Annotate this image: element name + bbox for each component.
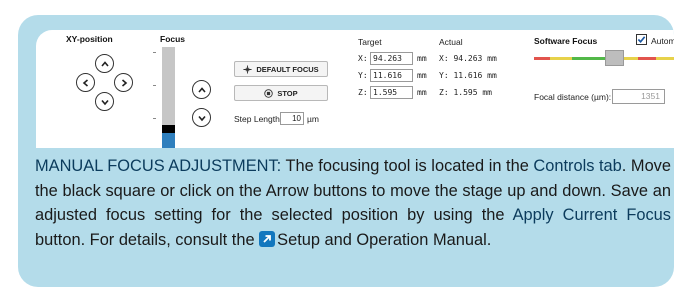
target-y-unit: mm [417, 71, 427, 80]
target-y-label: Y: [358, 71, 368, 80]
focus-scale-tick [153, 85, 156, 86]
target-x-input[interactable]: 94.263 [370, 52, 413, 65]
target-z-input[interactable]: 1.595 [370, 86, 413, 99]
focus-title: Focus [160, 34, 186, 44]
target-z-label: Z: [358, 88, 368, 97]
automatic-checkbox[interactable] [636, 34, 647, 45]
chevron-up-icon [197, 86, 206, 93]
automatic-label: Automatic [651, 36, 674, 46]
controls-tab-text: Controls tab [533, 157, 622, 175]
actual-z-value: Z: 1.595 mm [439, 88, 492, 97]
xy-left-button[interactable] [76, 73, 95, 92]
xy-right-button[interactable] [114, 73, 133, 92]
focus-up-button[interactable] [192, 80, 211, 99]
description-text: The focusing tool is located in the [281, 157, 534, 175]
info-panel: XY-position Focus DEFAULT FOCUS STOP Ste… [18, 15, 674, 287]
focal-distance-label: Focal distance (µm): [534, 92, 612, 102]
crosshair-icon [243, 64, 252, 74]
focus-slider-fill [162, 132, 175, 148]
actual-y-value: Y: 11.616 mm [439, 71, 497, 80]
xy-down-button[interactable] [95, 92, 114, 111]
checkbox-check-icon [637, 36, 646, 43]
xy-position-title: XY-position [66, 34, 113, 44]
software-focus-title: Software Focus [534, 36, 598, 46]
step-length-unit: µm [307, 114, 319, 124]
chevron-left-icon [82, 78, 88, 87]
apply-current-focus-text: Apply Current Focus [512, 206, 671, 224]
chevron-down-icon [197, 115, 206, 121]
actual-title: Actual [439, 37, 463, 47]
focus-down-button[interactable] [192, 108, 211, 127]
focal-distance-input[interactable]: 1351 [612, 89, 665, 104]
target-z-unit: mm [417, 88, 427, 97]
instructions-text: MANUAL FOCUS ADJUSTMENT: The focusing to… [35, 154, 671, 252]
software-focus-slider-thumb[interactable] [605, 50, 624, 66]
target-y-input[interactable]: 11.616 [370, 69, 413, 82]
description-text: button. For details, consult the [35, 230, 260, 249]
chevron-up-icon [100, 60, 109, 67]
default-focus-label: DEFAULT FOCUS [256, 64, 319, 74]
stop-icon [264, 88, 274, 98]
target-x-unit: mm [417, 54, 427, 63]
software-focus-slider-track[interactable] [534, 57, 674, 60]
actual-x-value: X: 94.263 mm [439, 54, 497, 63]
description-text: . [486, 230, 492, 249]
focus-slider-handle[interactable] [162, 125, 175, 133]
target-title: Target [358, 37, 382, 47]
target-x-label: X: [358, 54, 368, 63]
chevron-right-icon [121, 78, 127, 87]
stop-label: STOP [277, 88, 298, 98]
xy-up-button[interactable] [95, 54, 114, 73]
focus-controls-screenshot: XY-position Focus DEFAULT FOCUS STOP Ste… [36, 30, 674, 148]
chevron-down-icon [100, 99, 109, 105]
step-length-input[interactable]: 10 [280, 112, 304, 125]
external-link-icon[interactable] [259, 230, 276, 247]
manual-focus-heading: MANUAL FOCUS ADJUSTMENT: [35, 157, 282, 175]
manual-link-text[interactable]: Setup and Operation Manual [277, 231, 487, 249]
step-length-label: Step Length: [234, 114, 283, 124]
default-focus-button[interactable]: DEFAULT FOCUS [234, 61, 328, 77]
focus-scale-tick [153, 118, 156, 119]
focus-scale-tick [153, 52, 156, 53]
stop-button[interactable]: STOP [234, 85, 328, 101]
